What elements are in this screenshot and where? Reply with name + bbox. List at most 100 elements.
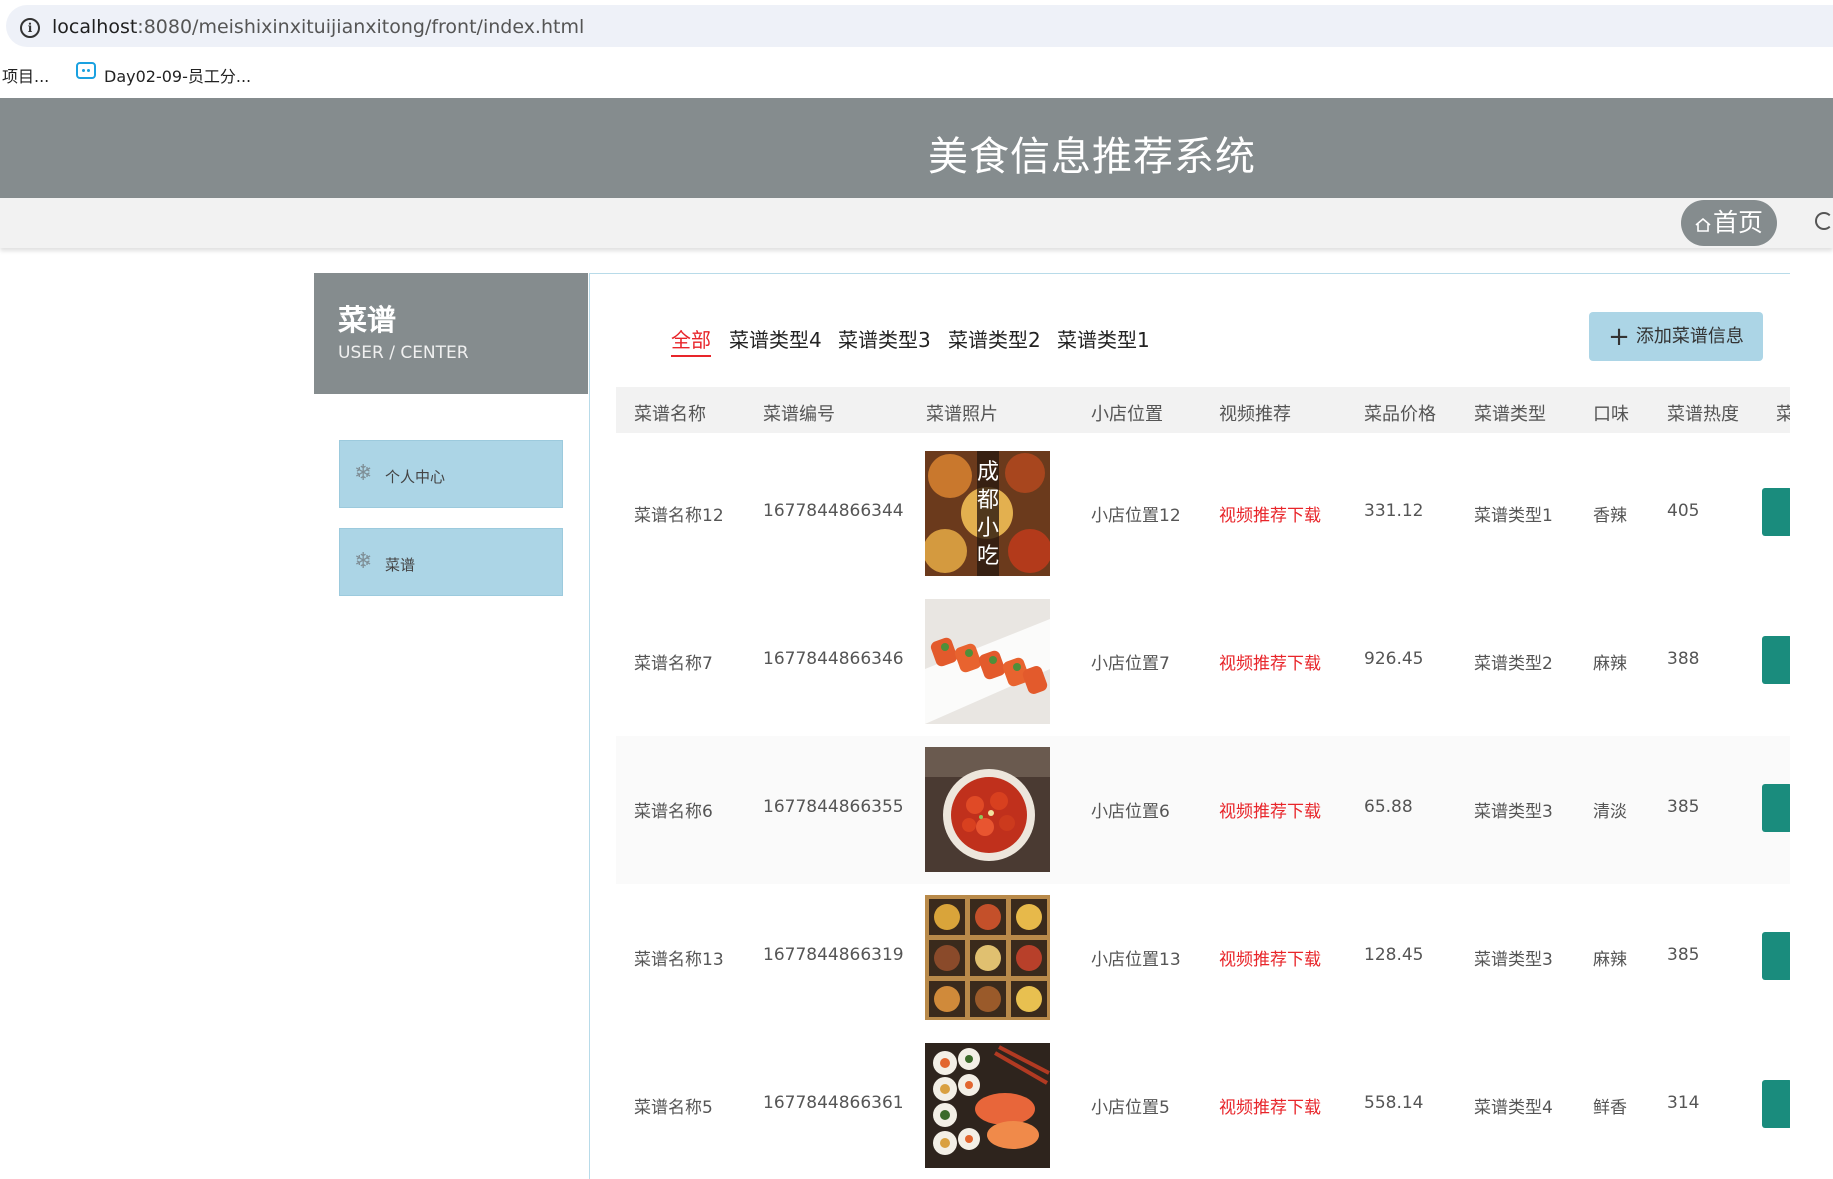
cell-price: 128.45 bbox=[1364, 945, 1424, 965]
food-photo-crayfish-bowl[interactable] bbox=[925, 747, 1050, 872]
filter-type1[interactable]: 菜谱类型1 bbox=[1057, 324, 1150, 353]
cell-taste: 清淡 bbox=[1593, 802, 1627, 822]
cell-code: 1677844866346 bbox=[763, 649, 904, 669]
cell-type: 菜谱类型3 bbox=[1474, 802, 1553, 822]
col-header-type: 菜谱类型 bbox=[1474, 404, 1546, 425]
sidebar-item-recipes[interactable]: ❄ 菜谱 bbox=[339, 528, 563, 596]
cell-price: 331.12 bbox=[1364, 501, 1424, 521]
site-title: 美食信息推荐系统 bbox=[928, 134, 1256, 180]
cell-heat: 385 bbox=[1667, 945, 1700, 965]
cell-location: 小店位置7 bbox=[1091, 654, 1170, 674]
col-header-more: 菜 bbox=[1776, 400, 1790, 426]
cell-taste: 香辣 bbox=[1593, 506, 1627, 526]
col-header-photo: 菜谱照片 bbox=[926, 404, 998, 425]
table-header: 菜谱名称 菜谱编号 菜谱照片 小店位置 视频推荐 菜品价格 菜谱类型 口味 菜谱… bbox=[616, 387, 1790, 433]
cell-video-download-link[interactable]: 视频推荐下载 bbox=[1219, 649, 1321, 674]
main-panel: 全部 菜谱类型4 菜谱类型3 菜谱类型2 菜谱类型1 + 添加菜谱信息 菜谱名称 … bbox=[589, 273, 1790, 1179]
cell-code: 1677844866361 bbox=[763, 1093, 904, 1113]
cell-name: 菜谱名称5 bbox=[634, 1098, 713, 1118]
cell-taste: 麻辣 bbox=[1593, 654, 1627, 674]
cell-taste: 麻辣 bbox=[1593, 950, 1627, 970]
row-action-button[interactable] bbox=[1762, 636, 1790, 684]
table-row[interactable]: 菜谱名称13 1677844866319 小店位置13 视频推荐下载 128.4… bbox=[616, 884, 1790, 1032]
sidebar-item-personal-center[interactable]: ❄ 个人中心 bbox=[339, 440, 563, 508]
photo-overlay-char: 小 bbox=[977, 516, 999, 541]
snowflake-icon: ❄ bbox=[354, 549, 373, 574]
add-recipe-button[interactable]: + 添加菜谱信息 bbox=[1589, 312, 1763, 361]
cell-type: 菜谱类型2 bbox=[1474, 654, 1553, 674]
cell-location: 小店位置13 bbox=[1091, 950, 1181, 970]
cell-taste: 鲜香 bbox=[1593, 1098, 1627, 1118]
site-header: 美食信息推荐系统 bbox=[0, 98, 1833, 198]
cell-code: 1677844866344 bbox=[763, 501, 904, 521]
photo-overlay-char: 成 bbox=[977, 460, 999, 485]
bilibili-icon bbox=[76, 62, 96, 79]
col-header-name: 菜谱名称 bbox=[634, 404, 706, 425]
cell-name: 菜谱名称12 bbox=[634, 506, 724, 526]
col-header-code: 菜谱编号 bbox=[763, 404, 835, 425]
cell-name: 菜谱名称7 bbox=[634, 654, 713, 674]
cell-heat: 405 bbox=[1667, 501, 1700, 521]
nav-home-button[interactable]: 首页 bbox=[1681, 200, 1777, 246]
add-recipe-label: 添加菜谱信息 bbox=[1635, 326, 1744, 347]
cell-video-download-link[interactable]: 视频推荐下载 bbox=[1219, 501, 1321, 526]
table-row[interactable]: 菜谱名称7 1677844866346 小店位置7 视频推荐下载 926.45 … bbox=[616, 588, 1790, 736]
row-action-button[interactable] bbox=[1762, 784, 1790, 832]
food-photo-chengdu-snacks[interactable]: 成 都 小 吃 bbox=[925, 451, 1050, 576]
food-photo-sushi-rolls[interactable] bbox=[925, 599, 1050, 724]
cell-video-download-link[interactable]: 视频推荐下载 bbox=[1219, 797, 1321, 822]
table-row[interactable]: 菜谱名称6 1677844866355 小店位置6 视频推荐下载 65.88 菜… bbox=[616, 736, 1790, 884]
sidebar-item-label: 个人中心 bbox=[385, 468, 446, 486]
cell-price: 926.45 bbox=[1364, 649, 1424, 669]
browser-address-bar: i localhost:8080/meishixinxituijianxiton… bbox=[0, 0, 1833, 54]
cell-name: 菜谱名称13 bbox=[634, 950, 724, 970]
sidebar-title: 菜谱 bbox=[338, 303, 397, 337]
nav-home-label: 首页 bbox=[1712, 208, 1763, 237]
photo-overlay-char: 吃 bbox=[977, 544, 999, 569]
photo-overlay-char: 都 bbox=[977, 488, 999, 513]
info-icon[interactable]: i bbox=[20, 18, 40, 38]
cell-type: 菜谱类型1 bbox=[1474, 506, 1553, 526]
filter-all[interactable]: 全部 bbox=[671, 324, 711, 357]
cell-code: 1677844866319 bbox=[763, 945, 904, 965]
col-header-video: 视频推荐 bbox=[1219, 404, 1291, 425]
cell-video-download-link[interactable]: 视频推荐下载 bbox=[1219, 1093, 1321, 1118]
cell-location: 小店位置12 bbox=[1091, 506, 1181, 526]
col-header-heat: 菜谱热度 bbox=[1667, 404, 1739, 425]
dashboard-icon[interactable] bbox=[1815, 212, 1833, 230]
sidebar-header: 菜谱 USER / CENTER bbox=[314, 273, 588, 394]
cell-code: 1677844866355 bbox=[763, 797, 904, 817]
filter-type4[interactable]: 菜谱类型4 bbox=[729, 324, 822, 353]
filter-type3[interactable]: 菜谱类型3 bbox=[838, 324, 931, 353]
cell-heat: 314 bbox=[1667, 1093, 1700, 1113]
cell-type: 菜谱类型3 bbox=[1474, 950, 1553, 970]
cell-location: 小店位置5 bbox=[1091, 1098, 1170, 1118]
bookmark-project[interactable]: 项目... bbox=[2, 63, 49, 87]
table-row[interactable]: 菜谱名称12 1677844866344 成 都 小 吃 小店位置12 视频推荐… bbox=[616, 440, 1790, 588]
home-icon bbox=[1695, 218, 1711, 232]
table-row[interactable]: 菜谱名称5 1677844866361 小店位置5 视频推荐下载 558.14 bbox=[616, 1032, 1790, 1179]
snowflake-icon: ❄ bbox=[354, 461, 373, 486]
cell-video-download-link[interactable]: 视频推荐下载 bbox=[1219, 945, 1321, 970]
col-header-taste: 口味 bbox=[1593, 404, 1629, 425]
url-field[interactable]: i localhost:8080/meishixinxituijianxiton… bbox=[6, 5, 1833, 47]
cell-price: 65.88 bbox=[1364, 797, 1413, 817]
col-header-price: 菜品价格 bbox=[1364, 404, 1436, 425]
bookmarks-bar: 项目... Day02-09-员工分... bbox=[0, 54, 1833, 98]
cell-type: 菜谱类型4 bbox=[1474, 1098, 1553, 1118]
cell-heat: 388 bbox=[1667, 649, 1700, 669]
plus-icon: + bbox=[1608, 322, 1630, 352]
row-action-button[interactable] bbox=[1762, 932, 1790, 980]
filter-type2[interactable]: 菜谱类型2 bbox=[948, 324, 1041, 353]
cell-price: 558.14 bbox=[1364, 1093, 1424, 1113]
col-header-location: 小店位置 bbox=[1091, 404, 1163, 425]
row-action-button[interactable] bbox=[1762, 1080, 1790, 1128]
food-photo-sushi-platter[interactable] bbox=[925, 1043, 1050, 1168]
sidebar-item-label: 菜谱 bbox=[385, 556, 416, 574]
cell-heat: 385 bbox=[1667, 797, 1700, 817]
bookmark-day02[interactable]: Day02-09-员工分... bbox=[104, 63, 251, 87]
cell-name: 菜谱名称6 bbox=[634, 802, 713, 822]
row-action-button[interactable] bbox=[1762, 488, 1790, 536]
food-photo-grid-platter[interactable] bbox=[925, 895, 1050, 1020]
top-nav: 首页 bbox=[0, 198, 1833, 248]
